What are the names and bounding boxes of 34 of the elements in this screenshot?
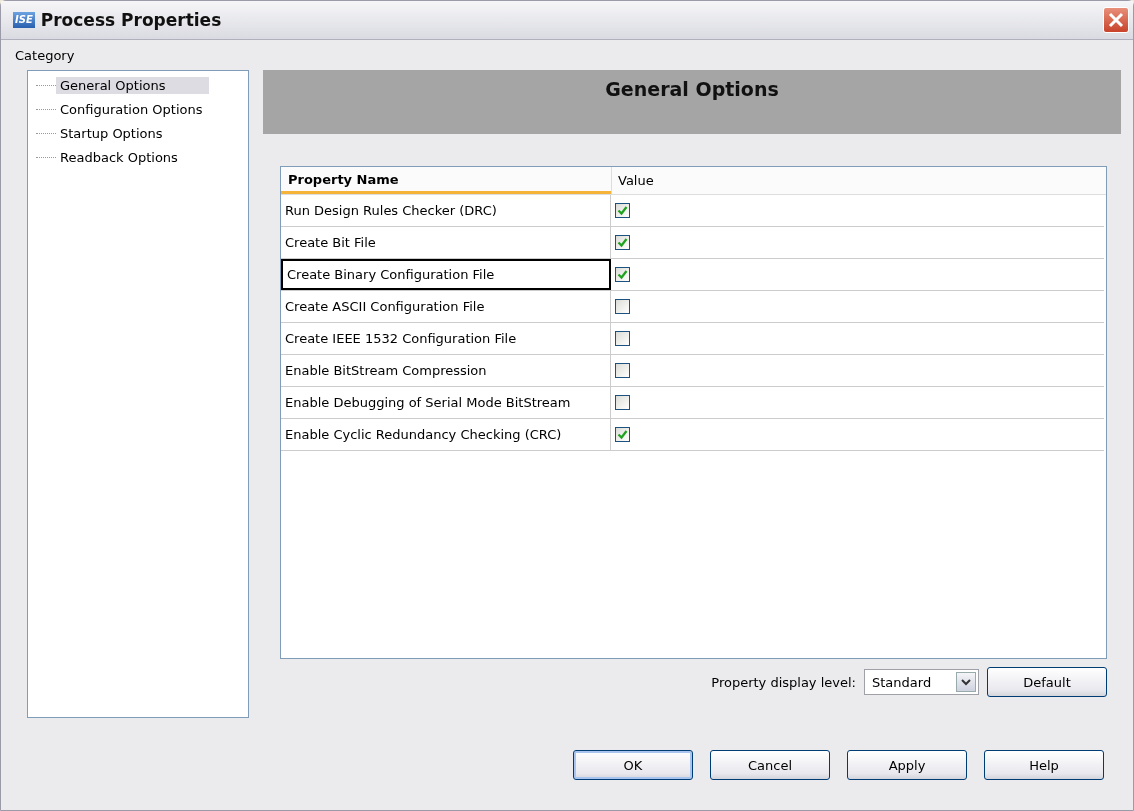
table-cell[interactable]: Create Bit File [281,227,611,258]
table-cell[interactable]: Enable Cyclic Redundancy Checking (CRC) [281,419,611,450]
display-level-label: Property display level: [711,674,856,690]
checkbox[interactable] [615,299,630,314]
table-cell[interactable]: Run Design Rules Checker (DRC) [281,195,611,226]
default-button[interactable]: Default [987,667,1107,697]
tree-item[interactable]: General Options [56,76,209,94]
table-cell[interactable]: Create IEEE 1532 Configuration File [281,323,611,354]
dialog-button[interactable]: Cancel [710,750,830,780]
checkbox[interactable] [615,331,630,346]
dialog-button[interactable]: Help [984,750,1104,780]
tree-item[interactable]: Configuration Options [56,100,207,118]
dialog-button[interactable]: Apply [847,750,967,780]
checkbox[interactable] [615,395,630,410]
tree-item[interactable]: Startup Options [56,124,167,142]
table-cell[interactable]: Create ASCII Configuration File [281,291,611,322]
checkbox[interactable] [615,363,630,378]
table-cell[interactable]: Create Binary Configuration File [281,259,611,290]
checkbox[interactable] [615,235,630,250]
window-title: Process Properties [40,10,223,30]
column-header[interactable]: Value [611,167,1106,194]
column-header[interactable]: Property Name [281,167,611,194]
checkbox[interactable] [615,203,630,218]
table-cell[interactable]: Enable Debugging of Serial Mode BitStream [281,387,611,418]
section-header: General Options [263,70,1121,134]
checkbox[interactable] [615,267,630,282]
display-level-dropdown[interactable]: Standard [864,669,979,695]
table-cell[interactable]: Enable BitStream Compression [281,355,611,386]
dialog-button[interactable]: OK [573,750,693,780]
checkbox[interactable] [615,427,630,442]
tree-item[interactable]: Readback Options [56,148,182,166]
close-icon[interactable] [1103,7,1129,33]
app-logo: ISE [13,12,35,28]
category-label: Category [15,48,76,63]
